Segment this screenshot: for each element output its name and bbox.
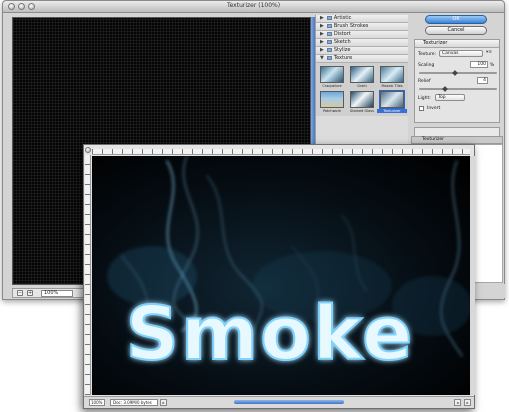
thumb-label: Craquelure <box>322 84 342 88</box>
document-horizontal-scroll-thumb[interactable] <box>234 400 344 404</box>
category-distort[interactable]: ▶ Distort <box>316 31 408 39</box>
invert-checkbox[interactable] <box>419 106 424 111</box>
thumb-label-selected: Texturizer <box>377 109 407 113</box>
document-window: Smoke 100% Doc: 3.09M/0 bytes ▸ ◂ ▸ <box>83 144 475 409</box>
relief-label: Relief <box>418 79 431 84</box>
thumb-label: Mosaic Tiles <box>381 84 403 88</box>
category-artistic[interactable]: ▶ Artistic <box>316 15 408 23</box>
category-stylize[interactable]: ▶ Stylize <box>316 47 408 55</box>
vertical-ruler <box>85 155 91 395</box>
disclosure-triangle-icon[interactable]: ▶ <box>320 39 324 46</box>
zoom-level-select[interactable]: 100% <box>41 290 73 297</box>
thumb-label: Grain <box>357 84 367 88</box>
category-sketch[interactable]: ▶ Sketch <box>316 39 408 47</box>
thumb-grain[interactable] <box>350 66 374 83</box>
disclosure-triangle-icon[interactable]: ▶ <box>320 31 324 38</box>
category-label: Sketch <box>333 39 351 45</box>
folder-icon <box>326 32 332 36</box>
category-label: Artistic <box>333 15 352 21</box>
horizontal-ruler <box>92 149 470 155</box>
thumb-stained-glass[interactable] <box>350 91 374 108</box>
relief-slider[interactable] <box>419 88 497 90</box>
scroll-left-icon[interactable]: ◂ <box>454 399 461 406</box>
document-close-icon[interactable] <box>85 147 91 153</box>
folder-icon <box>326 56 332 60</box>
document-status-bar: 100% Doc: 3.09M/0 bytes ▸ ◂ ▸ <box>84 396 474 408</box>
category-texture[interactable]: ▼ Texture <box>316 55 408 63</box>
thumb-texturizer[interactable] <box>379 90 405 109</box>
relief-field[interactable]: 4 <box>477 77 488 84</box>
folder-icon <box>326 48 332 52</box>
thumb-label: Patchwork <box>322 109 342 113</box>
category-brush-strokes[interactable]: ▶ Brush Strokes <box>316 23 408 31</box>
category-label: Brush Strokes <box>333 23 369 29</box>
texture-select[interactable]: Canvas <box>439 50 483 57</box>
dialog-title: Texturizer (100%) <box>226 2 281 9</box>
document-canvas[interactable]: Smoke <box>92 156 470 395</box>
category-label: Texture <box>333 55 353 61</box>
scroll-right-icon[interactable]: ▸ <box>464 399 471 406</box>
scaling-field[interactable]: 100 <box>470 61 488 68</box>
effect-layer-label: Texturizer <box>422 137 445 142</box>
invert-label: Invert <box>427 106 441 111</box>
smoke-artwork: Smoke <box>92 156 470 395</box>
scaling-unit: % <box>490 63 495 68</box>
category-label: Stylize <box>333 47 351 53</box>
texture-label: Texture: <box>418 52 436 57</box>
zoom-out-button[interactable]: − <box>17 290 23 296</box>
scaling-label: Scaling <box>418 63 435 68</box>
options-header: Texturizer <box>415 40 499 48</box>
ok-button[interactable]: OK <box>425 15 487 24</box>
smoke-text: Smoke <box>126 291 415 377</box>
zoom-in-button[interactable]: + <box>27 290 33 296</box>
folder-icon <box>326 16 332 20</box>
thumb-craquelure[interactable] <box>320 66 344 83</box>
thumb-patchwork[interactable] <box>320 91 344 108</box>
disclosure-triangle-expanded-icon[interactable]: ▼ <box>320 55 324 62</box>
effect-layer-row[interactable]: Texturizer <box>411 136 503 144</box>
light-select[interactable]: Top <box>435 94 465 101</box>
disclosure-triangle-icon[interactable]: ▶ <box>320 23 324 30</box>
dialog-title-bar[interactable]: Texturizer (100%) <box>3 1 504 13</box>
light-label: Light: <box>418 96 431 101</box>
document-vertical-scrollbar[interactable] <box>470 156 475 395</box>
disclosure-triangle-icon[interactable]: ▶ <box>320 47 324 54</box>
document-zoom-field[interactable]: 100% <box>89 399 105 406</box>
cancel-button[interactable]: Cancel <box>425 26 487 35</box>
thumb-mosaic-tiles[interactable] <box>380 66 404 83</box>
document-info-field[interactable]: Doc: 3.09M/0 bytes <box>110 399 158 406</box>
disclosure-triangle-icon[interactable]: ▶ <box>320 15 324 22</box>
folder-icon <box>326 24 332 28</box>
category-label: Distort <box>333 31 351 37</box>
texture-thumbnail-grid: Craquelure Grain Mosaic Tiles Patchwork … <box>316 63 408 116</box>
info-arrow-icon[interactable]: ▸ <box>160 399 167 406</box>
texture-menu-icon[interactable]: ▾≡ <box>486 50 492 55</box>
folder-icon <box>326 40 332 44</box>
thumb-label: Stained Glass <box>350 109 374 113</box>
texturizer-options: Texturizer Texture: Canvas ▾≡ Scaling 10… <box>414 39 500 123</box>
